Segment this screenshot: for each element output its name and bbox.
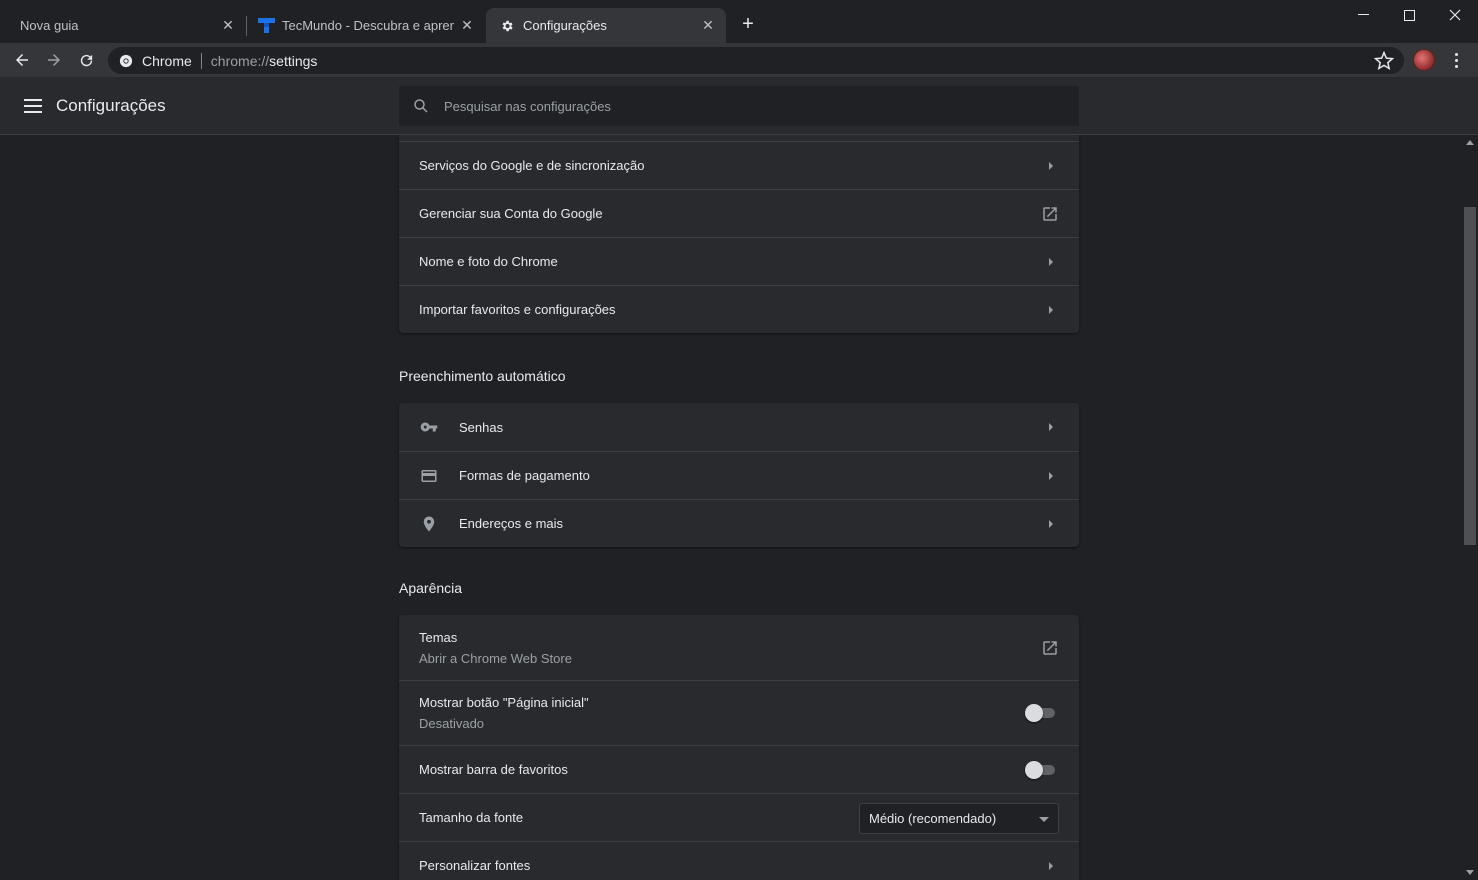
menu-icon[interactable] [24,97,44,115]
external-link-icon [1043,640,1057,655]
browser-menu-button[interactable] [1446,49,1466,71]
arrow-left-icon [16,54,28,66]
reload-button[interactable] [73,47,99,73]
tecmundo-favicon-icon [257,17,275,35]
autofill-section-title: Preenchimento automático [399,368,566,384]
row-label: Senhas [459,419,504,435]
tab-new-tab[interactable]: Nova guia ✕ [0,8,246,43]
chevron-right-icon [1049,305,1053,314]
maximize-button[interactable] [1386,0,1432,30]
maximize-icon [1403,9,1415,21]
url-host: settings [269,52,318,69]
autofill-card: Senhas Formas de pagamento Endereços e m… [399,403,1079,547]
tab-settings[interactable]: Configurações ✕ [486,8,726,43]
manage-google-account-row[interactable]: Gerenciar sua Conta do Google [399,189,1079,237]
arrow-right-icon [48,54,60,66]
url-scheme: chrome:// [210,52,270,69]
chevron-down-icon [1039,817,1049,822]
custom-fonts-row[interactable]: Personalizar fontes [399,841,1079,880]
row-label: Importar favoritos e configurações [419,302,616,317]
row-label: Temas [419,629,458,645]
import-bookmarks-row[interactable]: Importar favoritos e configurações [399,285,1079,333]
address-bar[interactable]: Chrome chrome:// settings [108,47,1404,74]
row-label: Mostrar barra de favoritos [419,762,568,777]
browser-window: Nova guia ✕ TecMundo - Descubra e aprend… [0,0,1478,880]
appearance-card: Temas Abrir a Chrome Web Store Mostrar b… [399,615,1079,880]
scroll-down-icon[interactable] [1466,870,1474,875]
forward-button[interactable] [41,47,67,73]
external-link-icon [1043,206,1057,221]
addresses-row[interactable]: Endereços e mais [399,499,1079,547]
browser-toolbar: Chrome chrome:// settings [0,43,1478,77]
credit-card-icon [419,466,439,486]
settings-search[interactable] [399,86,1079,126]
minimize-button[interactable] [1340,0,1386,30]
people-card: Serviços do Google e de sincronização Ge… [399,135,1079,333]
close-icon [1449,9,1461,21]
home-button-row[interactable]: Mostrar botão "Página inicial" Desativad… [399,680,1079,745]
tab-label: Configurações [523,18,607,33]
chevron-right-icon [1049,423,1053,431]
font-size-select[interactable]: Médio (recomendado) [859,803,1059,834]
settings-header: Configurações [0,77,1478,135]
close-icon[interactable]: ✕ [220,17,236,33]
close-icon[interactable]: ✕ [459,17,475,33]
scroll-up-icon[interactable] [1466,140,1474,145]
sync-services-row[interactable]: Serviços do Google e de sincronização [399,141,1079,189]
search-icon [414,99,428,113]
tab-label: TecMundo - Descubra e aprenda [282,18,454,33]
font-size-row: Tamanho da fonte Médio (recomendado) [399,793,1079,841]
chevron-right-icon [1049,471,1053,480]
scroll-thumb[interactable] [1464,207,1476,545]
row-label: Tamanho da fonte [419,810,524,825]
bookmark-star-icon[interactable] [1374,51,1394,71]
row-label: Personalizar fontes [419,858,531,873]
row-sublabel: Desativado [419,716,485,731]
payment-methods-row[interactable]: Formas de pagamento [399,451,1079,499]
tab-tecmundo[interactable]: TecMundo - Descubra e aprenda ✕ [247,8,485,43]
tab-label: Nova guia [20,18,79,33]
row-label: Serviços do Google e de sincronização [419,158,645,173]
omnibox-separator [200,52,202,69]
search-input[interactable] [444,98,1004,114]
row-label: Formas de pagamento [459,468,590,483]
settings-main: Serviços do Google e de sincronização Ge… [0,135,1462,880]
row-label: Gerenciar sua Conta do Google [419,206,603,221]
row-label: Mostrar botão "Página inicial" [419,695,589,710]
gear-icon [498,17,516,35]
home-button-toggle[interactable] [1025,704,1057,722]
chevron-right-icon [1049,519,1053,528]
row-sublabel: Abrir a Chrome Web Store [419,650,572,666]
chrome-page-icon [119,54,133,67]
row-label: Endereços e mais [459,516,564,531]
location-pin-icon [419,514,439,534]
bookmarks-bar-row[interactable]: Mostrar barra de favoritos [399,745,1079,793]
reload-icon [80,54,92,66]
vertical-scrollbar[interactable] [1462,135,1478,880]
page-title: Configurações [56,96,166,115]
passwords-row[interactable]: Senhas [399,403,1079,451]
new-tab-button[interactable]: + [738,14,758,34]
key-icon [419,417,439,437]
bookmarks-bar-toggle[interactable] [1025,760,1057,779]
back-button[interactable] [9,47,35,73]
chevron-right-icon [1049,861,1053,870]
profile-avatar[interactable] [1413,49,1435,71]
row-label: Nome e foto do Chrome [419,254,558,269]
appearance-section-title: Aparência [399,580,463,596]
omnibox-chip: Chrome [142,52,192,69]
select-value: Médio (recomendado) [869,811,997,826]
tab-strip: Nova guia ✕ TecMundo - Descubra e aprend… [0,0,1478,43]
chrome-name-photo-row[interactable]: Nome e foto do Chrome [399,237,1079,285]
minimize-icon [1357,14,1369,15]
close-icon[interactable]: ✕ [700,17,716,33]
window-close-button[interactable] [1432,0,1478,30]
chevron-right-icon [1049,161,1053,170]
chevron-right-icon [1049,257,1053,266]
themes-row[interactable]: Temas Abrir a Chrome Web Store [399,615,1079,680]
